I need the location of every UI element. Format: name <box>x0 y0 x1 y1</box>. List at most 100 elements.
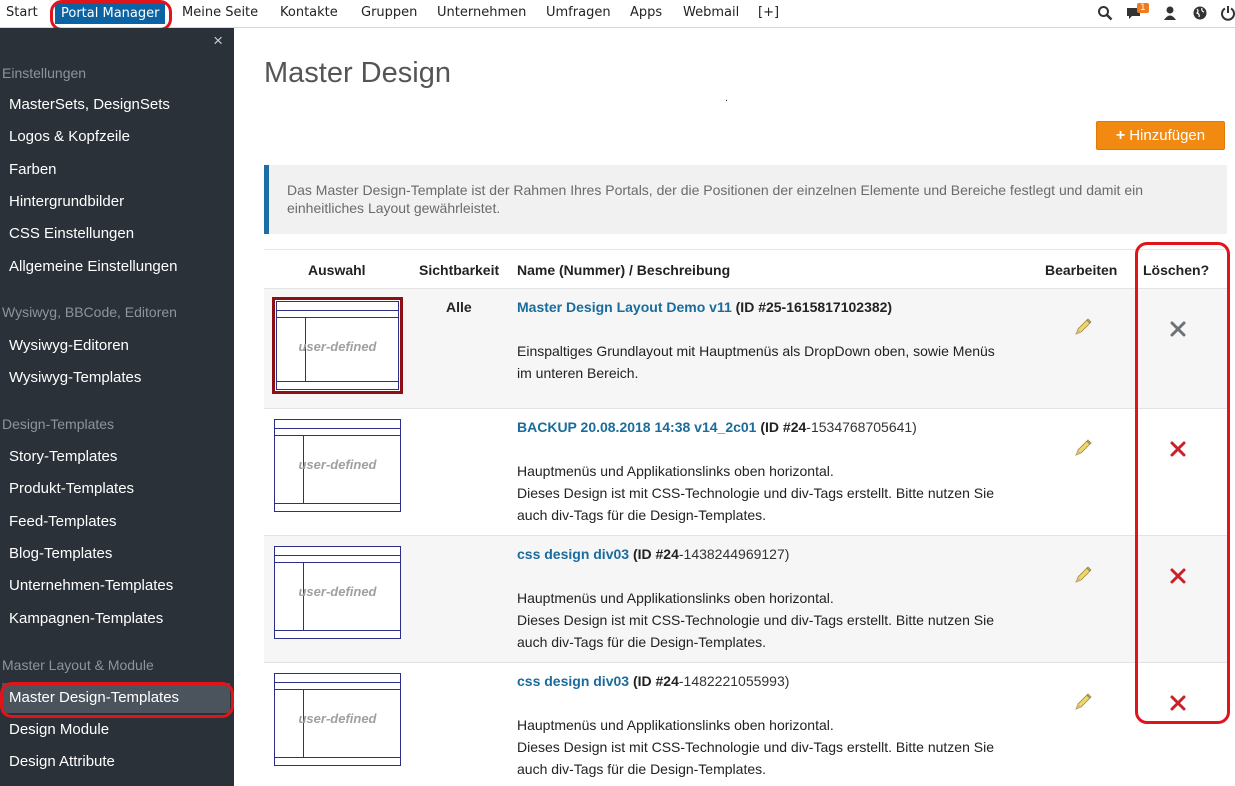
nav-start[interactable]: Start <box>6 4 38 22</box>
template-name: Master Design Layout Demo v11 (ID #25-16… <box>517 299 892 315</box>
sidebar-item-unternehmen[interactable]: Unternehmen-Templates <box>9 577 173 594</box>
template-description: Hauptmenüs und Applikationslinks oben ho… <box>517 587 1037 653</box>
column-auswahl: Auswahl <box>308 262 366 278</box>
sidebar-item-design-attribute[interactable]: Design Attribute <box>9 753 115 770</box>
description-line: Dieses Design ist mit CSS-Technologie un… <box>517 612 994 628</box>
search-icon[interactable] <box>1097 5 1113 21</box>
nav-portal-manager[interactable]: Portal Manager <box>55 3 166 24</box>
edit-pencil-icon[interactable] <box>1072 316 1094 338</box>
delete-icon-disabled[interactable] <box>1168 319 1188 339</box>
template-thumbnail[interactable]: user-defined <box>274 546 401 639</box>
column-loeschen: Löschen? <box>1143 262 1210 278</box>
table-row: user-defined BACKUP 20.08.2018 14:38 v14… <box>264 408 1227 535</box>
template-name: BACKUP 20.08.2018 14:38 v14_2c01 (ID #24… <box>517 419 917 435</box>
description-line: Einspaltiges Grundlayout mit Hauptmenüs … <box>517 343 995 359</box>
nav-umfragen[interactable]: Umfragen <box>546 4 611 22</box>
sidebar-item-blog[interactable]: Blog-Templates <box>9 545 112 562</box>
power-icon[interactable] <box>1220 5 1235 21</box>
edit-pencil-icon[interactable] <box>1072 564 1094 586</box>
sidebar-item-farben[interactable]: Farben <box>9 161 57 178</box>
template-name: css design div03 (ID #24-1438244969127) <box>517 546 789 562</box>
sidebar-item-css[interactable]: CSS Einstellungen <box>9 225 134 242</box>
thumbnail-label: user-defined <box>298 584 377 599</box>
template-name-link[interactable]: css design div03 <box>517 546 629 562</box>
visibility-value: Alle <box>446 299 472 315</box>
sidebar-item-kampagnen[interactable]: Kampagnen-Templates <box>9 610 163 627</box>
sidebar-section-wysiwyg: Wysiwyg, BBCode, Editoren <box>2 304 177 320</box>
template-id-number: -1438244969127) <box>678 546 790 562</box>
template-id: (ID #24 <box>632 546 679 562</box>
table-row: user-defined css design div03 (ID #24-14… <box>264 535 1227 662</box>
sidebar-item-logos[interactable]: Logos & Kopfzeile <box>9 128 130 145</box>
template-name-link[interactable]: css design div03 <box>517 673 629 689</box>
template-thumbnail[interactable]: user-defined <box>274 673 401 766</box>
add-button-label: Hinzufügen <box>1129 127 1206 144</box>
globe-icon[interactable] <box>1192 5 1208 21</box>
template-description: Einspaltiges Grundlayout mit Hauptmenüs … <box>517 340 1037 384</box>
template-id: (ID #24 <box>760 419 807 435</box>
delete-icon[interactable] <box>1168 439 1188 459</box>
sidebar-section-einstellungen: Einstellungen <box>2 65 87 81</box>
plus-icon: + <box>1115 127 1126 144</box>
close-icon[interactable]: × <box>213 31 223 51</box>
nav-meine-seite[interactable]: Meine Seite <box>182 4 258 22</box>
description-line: Hauptmenüs und Applikationslinks oben ho… <box>517 590 834 606</box>
thumbnail-label: user-defined <box>298 457 377 472</box>
stray-dot: . <box>725 92 729 104</box>
nav-add-tab[interactable]: [+] <box>758 4 779 22</box>
template-thumbnail[interactable]: user-defined <box>274 419 401 512</box>
nav-gruppen[interactable]: Gruppen <box>361 4 417 22</box>
sidebar-item-allgemein[interactable]: Allgemeine Einstellungen <box>9 258 177 275</box>
template-id: (ID #25-1615817102382) <box>735 299 893 315</box>
template-name: css design div03 (ID #24-1482221055993) <box>517 673 789 689</box>
top-navigation: Start Portal Manager Meine Seite Kontakt… <box>0 0 1235 28</box>
sidebar: × Einstellungen MasterSets, DesignSets L… <box>0 28 234 786</box>
template-description: Hauptmenüs und Applikationslinks oben ho… <box>517 714 1037 780</box>
delete-icon[interactable] <box>1168 566 1188 586</box>
nav-unternehmen[interactable]: Unternehmen <box>437 4 526 22</box>
user-icon[interactable] <box>1162 5 1178 21</box>
template-name-link[interactable]: Master Design Layout Demo v11 <box>517 299 732 315</box>
nav-kontakte[interactable]: Kontakte <box>280 4 338 22</box>
sidebar-item-wysiwyg-editoren[interactable]: Wysiwyg-Editoren <box>9 337 129 354</box>
sidebar-item-design-module[interactable]: Design Module <box>9 721 109 738</box>
sidebar-section-master-layout: Master Layout & Module <box>2 657 154 673</box>
description-line: Hauptmenüs und Applikationslinks oben ho… <box>517 717 834 733</box>
template-name-link[interactable]: BACKUP 20.08.2018 14:38 v14_2c01 <box>517 419 756 435</box>
template-description: Hauptmenüs und Applikationslinks oben ho… <box>517 460 1037 526</box>
thumbnail-frame: user-defined <box>276 301 399 390</box>
sidebar-item-story[interactable]: Story-Templates <box>9 448 117 465</box>
description-line: im unteren Bereich. <box>517 365 639 381</box>
delete-icon[interactable] <box>1168 693 1188 713</box>
template-id-number: -1534768705641) <box>806 419 917 435</box>
nav-webmail[interactable]: Webmail <box>683 4 739 22</box>
description-line: Dieses Design ist mit CSS-Technologie un… <box>517 485 994 501</box>
template-thumbnail[interactable]: user-defined <box>272 297 403 394</box>
column-sichtbarkeit: Sichtbarkeit <box>419 262 500 278</box>
description-line: auch div-Tags für die Design-Templates. <box>517 634 767 650</box>
description-line: Hauptmenüs und Applikationslinks oben ho… <box>517 463 834 479</box>
thumbnail-label: user-defined <box>298 711 377 726</box>
description-line: Dieses Design ist mit CSS-Technologie un… <box>517 739 994 755</box>
column-bearbeiten: Bearbeiten <box>1045 262 1118 278</box>
column-name: Name (Nummer) / Beschreibung <box>517 262 731 278</box>
edit-pencil-icon[interactable] <box>1072 691 1094 713</box>
message-count-badge: 1 <box>1137 3 1149 13</box>
main-content: Master Design . + Hinzufügen Das Master D… <box>234 28 1235 786</box>
table-row: user-defined Alle Master Design Layout D… <box>264 288 1227 408</box>
description-line: auch div-Tags für die Design-Templates. <box>517 761 767 777</box>
sidebar-item-produkt[interactable]: Produkt-Templates <box>9 480 134 497</box>
sidebar-item-hintergrundbilder[interactable]: Hintergrundbilder <box>9 193 124 210</box>
sidebar-section-design-templates: Design-Templates <box>2 416 115 432</box>
nav-apps[interactable]: Apps <box>630 4 662 22</box>
sidebar-item-wysiwyg-templates[interactable]: Wysiwyg-Templates <box>9 369 141 386</box>
sidebar-item-mastersets[interactable]: MasterSets, DesignSets <box>9 96 170 113</box>
template-id: (ID #24 <box>632 673 679 689</box>
page-title: Master Design <box>264 57 451 89</box>
add-button[interactable]: + Hinzufügen <box>1096 121 1225 150</box>
edit-pencil-icon[interactable] <box>1072 437 1094 459</box>
template-id-number: -1482221055993) <box>678 673 790 689</box>
sidebar-item-feed[interactable]: Feed-Templates <box>9 513 117 530</box>
sidebar-item-master-design-templates[interactable]: Master Design-Templates <box>2 683 230 713</box>
thumbnail-label: user-defined <box>298 339 377 354</box>
